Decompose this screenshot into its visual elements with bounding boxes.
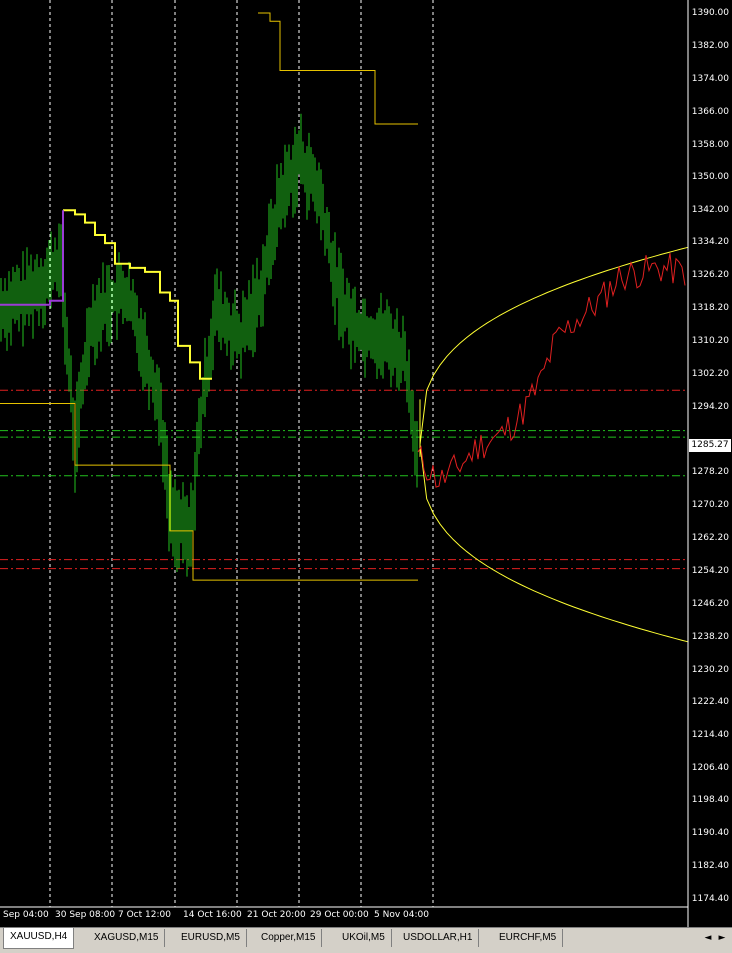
- price-tick-label: 1198.40: [691, 795, 729, 806]
- price-bars: [0, 113, 418, 577]
- price-tick-label: 1206.40: [691, 762, 729, 773]
- price-tick-label: 1342.00: [691, 205, 729, 216]
- price-tick-label: 1182.40: [691, 861, 729, 872]
- price-tick-label: 1382.00: [691, 40, 729, 51]
- price-tick-label: 1326.20: [691, 270, 729, 281]
- current-price-label: 1285.27: [689, 439, 731, 452]
- price-tick-label: 1358.00: [691, 139, 729, 150]
- price-tick-label: 1270.20: [691, 500, 729, 511]
- time-tick-label: 5 Nov 04:00: [374, 910, 429, 920]
- upper-band-line: [63, 153, 335, 379]
- time-tick-label: 21 Oct 20:00: [247, 910, 306, 920]
- tab-usdollar-h1[interactable]: USDOLLAR,H1: [397, 929, 480, 947]
- price-tick-label: 1334.20: [691, 237, 729, 248]
- tab-eurchf-m5[interactable]: EURCHF,M5: [493, 929, 564, 947]
- price-tick-label: 1390.00: [691, 8, 729, 18]
- time-tick-label: Sep 04:00: [3, 910, 49, 920]
- forecast-envelope: [419, 246, 689, 643]
- tab-copper-m15[interactable]: Copper,M15: [255, 929, 323, 947]
- time-tick-label: 30 Sep 08:00: [55, 910, 116, 920]
- price-tick-label: 1190.40: [691, 828, 729, 839]
- lower-band-line: [0, 402, 418, 581]
- tab-xauusd-h4[interactable]: XAUUSD,H4: [3, 928, 75, 949]
- price-tick-label: 1318.20: [691, 303, 729, 314]
- price-chart[interactable]: 1390.00 1382.00 1374.00 1366.00 1358.00 1350.…: [0, 0, 732, 927]
- time-tick-label: 29 Oct 00:00: [310, 910, 369, 920]
- price-tick-label: 1262.20: [691, 533, 729, 544]
- price-tick-label: 1222.40: [691, 696, 729, 707]
- time-tick-label: 7 Oct 12:00: [118, 910, 171, 920]
- price-tick-label: 1302.20: [691, 368, 729, 379]
- scroll-right-icon[interactable]: ►: [716, 931, 728, 945]
- scroll-left-icon[interactable]: ◄: [702, 931, 714, 945]
- tab-xagusd-m15[interactable]: XAGUSD,M15: [88, 929, 166, 947]
- time-grid-lines: [49, 0, 434, 907]
- horizontal-levels: [0, 389, 688, 570]
- price-tick-label: 1230.20: [691, 664, 729, 675]
- outer-band-line: [258, 12, 418, 125]
- price-tick-label: 1278.20: [691, 467, 729, 478]
- price-tick-label: 1350.00: [691, 172, 729, 183]
- price-tick-label: 1366.00: [691, 106, 729, 117]
- price-tick-label: 1374.00: [691, 73, 729, 84]
- forecast-line: [417, 253, 686, 488]
- price-tick-label: 1254.20: [691, 566, 729, 577]
- price-tick-label: 1238.20: [691, 631, 729, 642]
- time-tick-label: 14 Oct 16:00: [183, 910, 242, 920]
- tab-eurusd-m5[interactable]: EURUSD,M5: [175, 929, 247, 947]
- tab-ukoil-m5[interactable]: UKOil,M5: [336, 929, 392, 947]
- chart-canvas: [0, 0, 689, 927]
- price-tick-label: 1174.40: [691, 894, 729, 905]
- price-tick-label: 1310.20: [691, 335, 729, 346]
- price-tick-label: 1214.40: [691, 729, 729, 740]
- price-tick-label: 1246.20: [691, 599, 729, 610]
- chart-tab-bar: XAUUSD,H4 XAGUSD,M15 EURUSD,M5 Copper,M15 UK…: [0, 927, 732, 953]
- price-tick-label: 1294.20: [691, 401, 729, 412]
